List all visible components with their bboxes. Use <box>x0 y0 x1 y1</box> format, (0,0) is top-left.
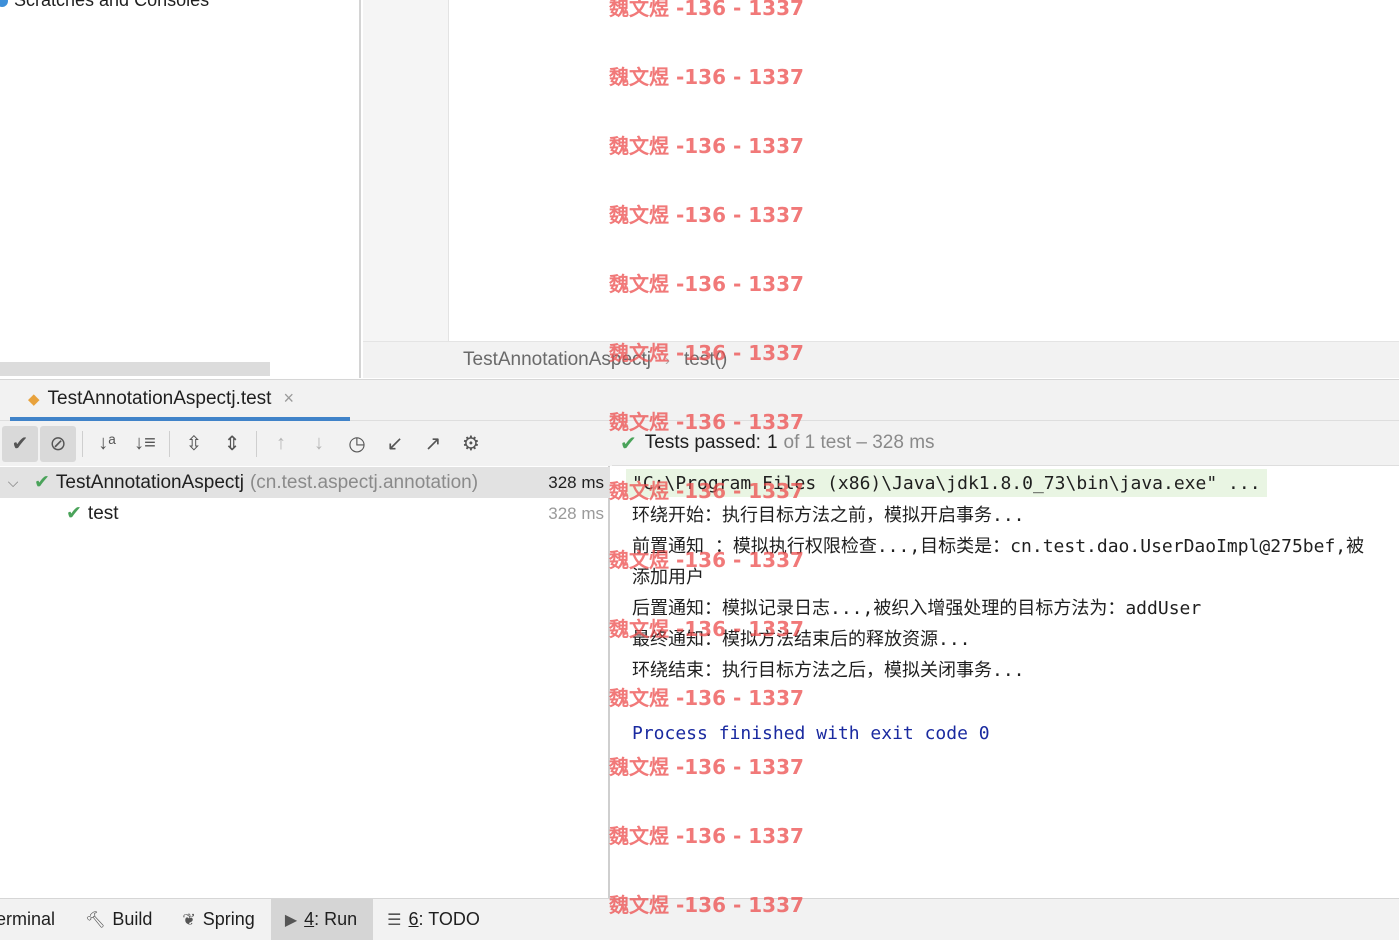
toolbar-separator <box>82 430 83 457</box>
checkmark-icon: ✔ <box>11 433 29 455</box>
suite-name: TestAnnotationAspectj <box>55 471 244 493</box>
run-config-tab[interactable]: ◆ TestAnnotationAspectj.test × <box>10 380 350 421</box>
console-line: 前置通知 ：模拟执行权限检查...,目标类是：cn.test.dao.UserD… <box>632 536 1365 557</box>
scratches-and-consoles-item[interactable]: Scratches and Consoles <box>0 0 209 11</box>
breadcrumb-class[interactable]: TestAnnotationAspectj <box>463 349 651 371</box>
expand-all-icon: ⇳ <box>185 433 203 455</box>
export-icon: ↗ <box>424 433 442 455</box>
build-tool-button[interactable]: 🔨︎ Build <box>71 899 168 940</box>
checkmark-icon: ✔ <box>66 503 82 524</box>
sort-alphabetically-button[interactable]: ↓ᵃ <box>89 426 125 462</box>
breadcrumb: TestAnnotationAspectj › test() <box>363 341 1399 378</box>
tool-window-bar: erminal 🔨︎ Build ❦ Spring ▶ 4: Run ☰ 6: … <box>0 898 1399 940</box>
sort-duration-icon: ↓≡ <box>134 432 156 454</box>
run-icon: ▶ <box>284 911 298 929</box>
hammer-icon: 🔨︎ <box>85 911 106 929</box>
build-label: Build <box>112 909 153 929</box>
sort-alpha-icon: ↓ᵃ <box>98 432 116 454</box>
ignored-icon: ⊘ <box>49 433 67 455</box>
collapse-all-button[interactable]: ⇕ <box>214 426 250 462</box>
editor-gutter <box>363 0 449 341</box>
scratches-label: Scratches and Consoles <box>14 0 210 10</box>
test-runner-toolbar: ✔ ⊘ ↓ᵃ ↓≡ ⇳ ⇕ ↑ ↓ ◷ ↙ ↗ ⚙ <box>0 421 612 466</box>
test-results-tree: ⌵ ✔ TestAnnotationAspectj (cn.test.aspec… <box>0 466 610 898</box>
todo-icon: ☰ <box>387 911 402 929</box>
run-config-icon: ◆ <box>28 390 40 408</box>
console-command-line: "C:\Program Files (x86)\Java\jdk1.8.0_73… <box>626 469 1267 497</box>
breadcrumb-method[interactable]: test() <box>684 349 727 371</box>
next-failed-test-button[interactable]: ↓ <box>301 426 337 462</box>
console-line: 环绕开始：执行目标方法之前，模拟开启事务... <box>632 505 1025 526</box>
project-panel: Scratches and Consoles <box>0 0 361 378</box>
console-line: 后置通知：模拟记录日志...,被织入增强处理的目标方法为：addUser <box>632 598 1202 619</box>
export-tests-button[interactable]: ↗ <box>415 426 451 462</box>
clock-icon: ◷ <box>348 433 366 455</box>
todo-label: : TODO <box>418 909 480 929</box>
horizontal-scrollbar[interactable] <box>0 362 270 376</box>
gear-icon: ⚙ <box>462 433 480 455</box>
test-history-button[interactable]: ◷ <box>339 426 375 462</box>
test-status-bar: ✔ Tests passed: 1 of 1 test – 328 ms <box>612 421 1399 466</box>
run-tab-bar: ◆ TestAnnotationAspectj.test × <box>0 379 1399 421</box>
test-duration: 328 ms <box>548 503 604 523</box>
import-icon: ↙ <box>386 433 404 455</box>
spring-icon: ❦ <box>182 911 196 929</box>
tree-row-suite[interactable]: ⌵ ✔ TestAnnotationAspectj (cn.test.aspec… <box>0 467 610 498</box>
close-icon[interactable]: × <box>283 388 294 409</box>
toolbar-separator <box>256 430 257 457</box>
sort-by-duration-button[interactable]: ↓≡ <box>127 426 163 462</box>
console-line: 环绕结束：执行目标方法之后，模拟关闭事务... <box>632 660 1025 681</box>
todo-shortcut-number: 6 <box>408 909 419 929</box>
todo-tool-button[interactable]: ☰ 6: TODO <box>373 899 496 940</box>
tests-passed-count: 1 <box>766 432 778 453</box>
tree-row-test[interactable]: ✔ test 328 ms <box>0 498 610 529</box>
terminal-tool-button[interactable]: erminal <box>0 899 71 940</box>
arrow-up-icon: ↑ <box>276 432 286 454</box>
chevron-right-icon: › <box>665 351 671 369</box>
chevron-down-icon[interactable]: ⌵ <box>2 474 24 491</box>
expand-all-button[interactable]: ⇳ <box>176 426 212 462</box>
arrow-down-icon: ↓ <box>314 432 324 454</box>
collapse-all-icon: ⇕ <box>223 433 241 455</box>
run-shortcut-number: 4 <box>304 909 315 929</box>
suite-duration: 328 ms <box>548 472 604 492</box>
console-line: 添加用户 <box>632 567 704 588</box>
run-label: : Run <box>314 909 358 929</box>
import-tests-button[interactable]: ↙ <box>377 426 413 462</box>
run-tool-button[interactable]: ▶ 4: Run <box>270 899 374 940</box>
suite-package: (cn.test.aspectj.annotation) <box>249 471 479 493</box>
show-ignored-button[interactable]: ⊘ <box>40 425 76 462</box>
tests-passed-label: Tests passed: <box>644 432 761 453</box>
test-name: test <box>87 502 119 524</box>
previous-failed-test-button[interactable]: ↑ <box>263 426 299 462</box>
scratches-icon <box>0 0 8 7</box>
console-exit-line: Process finished with exit code 0 <box>632 722 990 744</box>
console-output[interactable]: "C:\Program Files (x86)\Java\jdk1.8.0_73… <box>612 466 1399 898</box>
checkmark-icon: ✔ <box>620 432 637 455</box>
toolbar-separator <box>169 430 170 457</box>
run-tab-label: TestAnnotationAspectj.test <box>47 387 272 409</box>
code-editor[interactable] <box>450 0 1399 341</box>
spring-label: Spring <box>202 909 255 929</box>
spring-tool-button[interactable]: ❦ Spring <box>168 899 270 940</box>
settings-button[interactable]: ⚙ <box>453 426 489 462</box>
console-line: 最终通知：模拟方法结束后的释放资源... <box>632 629 971 650</box>
tests-summary: of 1 test – 328 ms <box>783 432 935 453</box>
show-passed-button[interactable]: ✔ <box>2 425 38 462</box>
terminal-label: erminal <box>0 909 56 929</box>
checkmark-icon: ✔ <box>34 472 50 493</box>
